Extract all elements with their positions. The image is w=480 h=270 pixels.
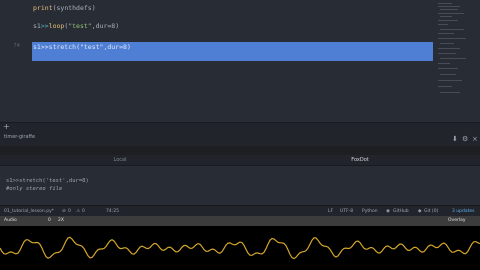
close-icon[interactable]: ×	[472, 135, 478, 143]
waveform-path	[0, 236, 480, 260]
code-token-op: >>	[40, 43, 49, 51]
line-number-gutter: 74	[0, 0, 26, 122]
code-token-fn: stretch	[48, 43, 77, 51]
terminal-panel-header: timer-giraffe ⬇ ⚙ ×	[0, 132, 480, 146]
code-token-var: s1	[33, 43, 41, 51]
waveform	[0, 236, 480, 260]
download-icon[interactable]: ⬇	[452, 135, 458, 143]
code-token-var: s1	[33, 22, 41, 30]
code-line-loop[interactable]: s1>>loop("test",dur=8)	[33, 22, 119, 31]
panel-tabs: Local FoxDot	[0, 155, 480, 165]
code-token-fn: loop	[48, 22, 65, 30]
code-token-fn: print	[33, 4, 53, 12]
code-token-rest: ,dur=8)	[103, 43, 131, 51]
code-token-args: (synthdefs)	[52, 4, 96, 12]
gear-icon[interactable]: ⚙	[462, 135, 468, 143]
minimap[interactable]	[436, 0, 480, 122]
audio-value[interactable]: 0	[48, 216, 51, 226]
audio-toolbar: Audio 0 2X Overlay	[0, 216, 480, 226]
audio-scope	[0, 226, 480, 270]
panel-title: timer-giraffe	[4, 134, 36, 140]
panel-divider[interactable]: +	[0, 122, 480, 132]
code-editor[interactable]: 74 print(synthdefs) s1>>loop("test",dur=…	[0, 0, 480, 122]
tab-local[interactable]: Local	[0, 155, 240, 165]
console-output[interactable]: s1>>stretch('test',dur=8) #only stereo f…	[0, 165, 480, 205]
code-token-op: >>	[40, 22, 49, 30]
line-number-current: 74	[13, 43, 20, 49]
status-bar: 01_tutorial_lesson.py* ⊘ 0 ⚠ 0 74:25 LF …	[0, 205, 480, 216]
plus-icon[interactable]: +	[3, 123, 10, 131]
console-line: #only stereo file	[6, 186, 63, 192]
code-token-string: "test"	[79, 43, 104, 51]
code-line-stretch-selected[interactable]: s1>>stretch("test",dur=8)	[33, 43, 131, 52]
console-line: s1>>stretch('test',dur=8)	[6, 178, 89, 184]
overlay-toggle[interactable]: Overlay	[448, 216, 466, 226]
code-token-string: "test"	[68, 22, 92, 30]
code-token-rest: ,dur=8)	[91, 22, 120, 30]
code-line-print[interactable]: print(synthdefs)	[33, 4, 96, 13]
audio-label[interactable]: Audio	[4, 216, 17, 226]
audio-zoom[interactable]: 2X	[58, 216, 64, 226]
tab-foxdot[interactable]: FoxDot	[240, 155, 480, 165]
